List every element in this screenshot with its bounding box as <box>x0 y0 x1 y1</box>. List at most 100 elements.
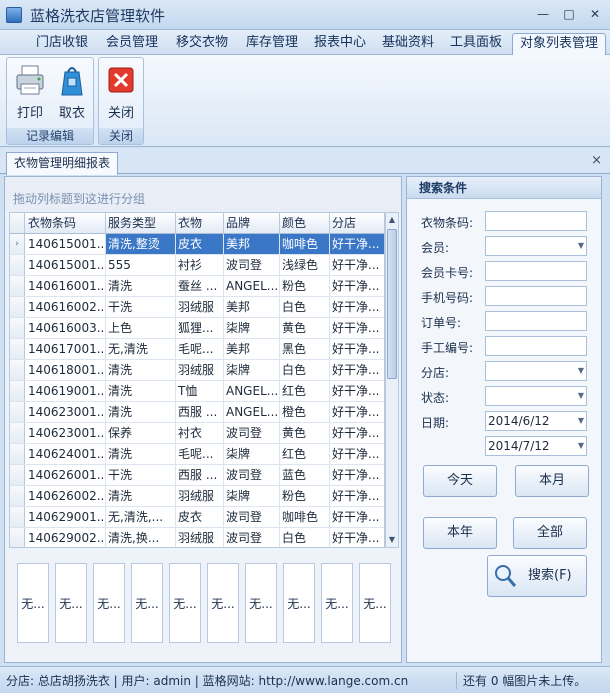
table-row[interactable]: 140615001... 555 衬衫 波司登 浅绿色 好干净... <box>10 255 384 276</box>
scroll-up-icon[interactable]: ▲ <box>386 213 398 227</box>
cell-color[interactable]: 红色 <box>280 444 330 464</box>
cell-garment[interactable]: 狐狸... <box>176 318 224 338</box>
cell-barcode[interactable]: 140615001... <box>26 255 106 275</box>
cell-brand[interactable]: 美邦 <box>224 339 280 359</box>
cell-barcode[interactable]: 140618001... <box>26 360 106 380</box>
column-header-brand[interactable]: 品牌 <box>224 213 280 233</box>
cell-branch[interactable]: 好干净... <box>330 339 384 359</box>
cell-brand[interactable]: 波司登 <box>224 423 280 443</box>
cell-service-type[interactable]: 清洗,整烫 <box>106 234 176 254</box>
cell-service-type[interactable]: 555 <box>106 255 176 275</box>
cell-color[interactable]: 白色 <box>280 360 330 380</box>
image-thumbnail[interactable]: 无... <box>93 563 125 643</box>
cell-branch[interactable]: 好干净... <box>330 255 384 275</box>
cell-brand[interactable]: ANGEL... <box>224 276 280 296</box>
image-thumbnail[interactable]: 无... <box>17 563 49 643</box>
cell-brand[interactable]: ANGEL... <box>224 381 280 401</box>
cell-garment[interactable]: 毛呢... <box>176 444 224 464</box>
cell-barcode[interactable]: 140629002... <box>26 528 106 547</box>
cell-barcode[interactable]: 140615001... <box>26 234 106 254</box>
image-thumbnail[interactable]: 无... <box>321 563 353 643</box>
table-row[interactable]: 140616003... 上色 狐狸... 柒牌 黄色 好干净... <box>10 318 384 339</box>
table-row[interactable]: › 140615001... 清洗,整烫 皮衣 美邦 咖啡色 好干净... <box>10 234 384 255</box>
today-button[interactable]: 今天 <box>423 465 497 497</box>
tab-tool-panel[interactable]: 工具面板 <box>444 33 508 55</box>
row-indicator[interactable] <box>10 423 25 443</box>
cell-garment[interactable]: 羽绒服 <box>176 360 224 380</box>
chevron-down-icon[interactable]: ▼ <box>578 412 584 430</box>
date-from-select[interactable]: 2014/6/12 ▼ <box>485 411 587 431</box>
cell-garment[interactable]: T恤 <box>176 381 224 401</box>
cell-garment[interactable]: 西服 ... <box>176 465 224 485</box>
cell-color[interactable]: 红色 <box>280 381 330 401</box>
cell-barcode[interactable]: 140623001... <box>26 423 106 443</box>
cell-branch[interactable]: 好干净... <box>330 381 384 401</box>
cell-color[interactable]: 浅绿色 <box>280 255 330 275</box>
row-indicator[interactable] <box>10 402 25 422</box>
cell-barcode[interactable]: 140619001... <box>26 381 106 401</box>
column-header-service-type[interactable]: 服务类型 <box>106 213 176 233</box>
maximize-button[interactable]: □ <box>558 5 580 23</box>
cell-color[interactable]: 白色 <box>280 528 330 547</box>
clothes-grid[interactable]: 衣物条码 服务类型 衣物 品牌 颜色 分店 › 140615001... 清洗,整烫 皮衣 美邦 咖啡… <box>9 212 385 548</box>
table-row[interactable]: 140626001... 干洗 西服 ... 波司登 蓝色 好干净... <box>10 465 384 486</box>
this-month-button[interactable]: 本月 <box>515 465 589 497</box>
close-document-icon[interactable]: × <box>591 153 602 168</box>
column-header-barcode[interactable]: 衣物条码 <box>26 213 106 233</box>
image-thumbnail[interactable]: 无... <box>359 563 391 643</box>
cell-brand[interactable]: 波司登 <box>224 255 280 275</box>
cell-barcode[interactable]: 140624001... <box>26 444 106 464</box>
row-indicator[interactable]: › <box>10 234 25 254</box>
cell-garment[interactable]: 羽绒服 <box>176 297 224 317</box>
cell-brand[interactable]: 柒牌 <box>224 360 280 380</box>
date-to-select[interactable]: 2014/7/12 ▼ <box>485 436 587 456</box>
cell-garment[interactable]: 西服 ... <box>176 402 224 422</box>
column-header-garment[interactable]: 衣物 <box>176 213 224 233</box>
cell-color[interactable]: 黄色 <box>280 423 330 443</box>
cell-service-type[interactable]: 无,清洗 <box>106 339 176 359</box>
cell-branch[interactable]: 好干净... <box>330 402 384 422</box>
image-thumbnail[interactable]: 无... <box>245 563 277 643</box>
table-row[interactable]: 140629001... 无,清洗,... 皮衣 波司登 咖啡色 好干净... <box>10 507 384 528</box>
cell-garment[interactable]: 蚕丝 ... <box>176 276 224 296</box>
tab-transfer-clothes[interactable]: 移交衣物 <box>170 33 234 55</box>
image-thumbnail[interactable]: 无... <box>169 563 201 643</box>
row-indicator[interactable] <box>10 444 25 464</box>
cell-service-type[interactable]: 无,清洗,... <box>106 507 176 527</box>
barcode-input[interactable] <box>485 211 587 231</box>
row-indicator[interactable] <box>10 381 25 401</box>
scroll-down-icon[interactable]: ▼ <box>386 533 398 547</box>
cell-garment[interactable]: 衬衫 <box>176 255 224 275</box>
all-button[interactable]: 全部 <box>513 517 587 549</box>
cell-branch[interactable]: 好干净... <box>330 318 384 338</box>
cell-brand[interactable]: 波司登 <box>224 465 280 485</box>
cell-garment[interactable]: 皮衣 <box>176 234 224 254</box>
cell-brand[interactable]: 波司登 <box>224 528 280 547</box>
cell-service-type[interactable]: 清洗 <box>106 360 176 380</box>
cell-branch[interactable]: 好干净... <box>330 507 384 527</box>
grid-scrollbar[interactable]: ▲ ▼ <box>385 212 399 548</box>
cell-color[interactable]: 黑色 <box>280 339 330 359</box>
cell-branch[interactable]: 好干净... <box>330 360 384 380</box>
cell-color[interactable]: 蓝色 <box>280 465 330 485</box>
table-row[interactable]: 140618001... 清洗 羽绒服 柒牌 白色 好干净... <box>10 360 384 381</box>
cell-barcode[interactable]: 140626002... <box>26 486 106 506</box>
close-report-button[interactable]: 关闭 <box>102 62 140 122</box>
image-thumbnail[interactable]: 无... <box>283 563 315 643</box>
row-indicator[interactable] <box>10 360 25 380</box>
print-button[interactable]: 打印 <box>11 62 49 122</box>
cell-garment[interactable]: 毛呢... <box>176 339 224 359</box>
cell-barcode[interactable]: 140617001... <box>26 339 106 359</box>
cell-service-type[interactable]: 清洗 <box>106 402 176 422</box>
table-row[interactable]: 140623001... 保养 衬衣 波司登 黄色 好干净... <box>10 423 384 444</box>
table-row[interactable]: 140624001... 清洗 毛呢... 柒牌 红色 好干净... <box>10 444 384 465</box>
table-row[interactable]: 140629002... 清洗,换... 羽绒服 波司登 白色 好干净... <box>10 528 384 547</box>
column-header-color[interactable]: 颜色 <box>280 213 330 233</box>
table-row[interactable]: 140617001... 无,清洗 毛呢... 美邦 黑色 好干净... <box>10 339 384 360</box>
cell-branch[interactable]: 好干净... <box>330 444 384 464</box>
tab-store-checkout[interactable]: 门店收银 <box>30 33 94 55</box>
row-indicator[interactable] <box>10 465 25 485</box>
cell-branch[interactable]: 好干净... <box>330 276 384 296</box>
phone-input[interactable] <box>485 286 587 306</box>
cell-service-type[interactable]: 清洗 <box>106 444 176 464</box>
